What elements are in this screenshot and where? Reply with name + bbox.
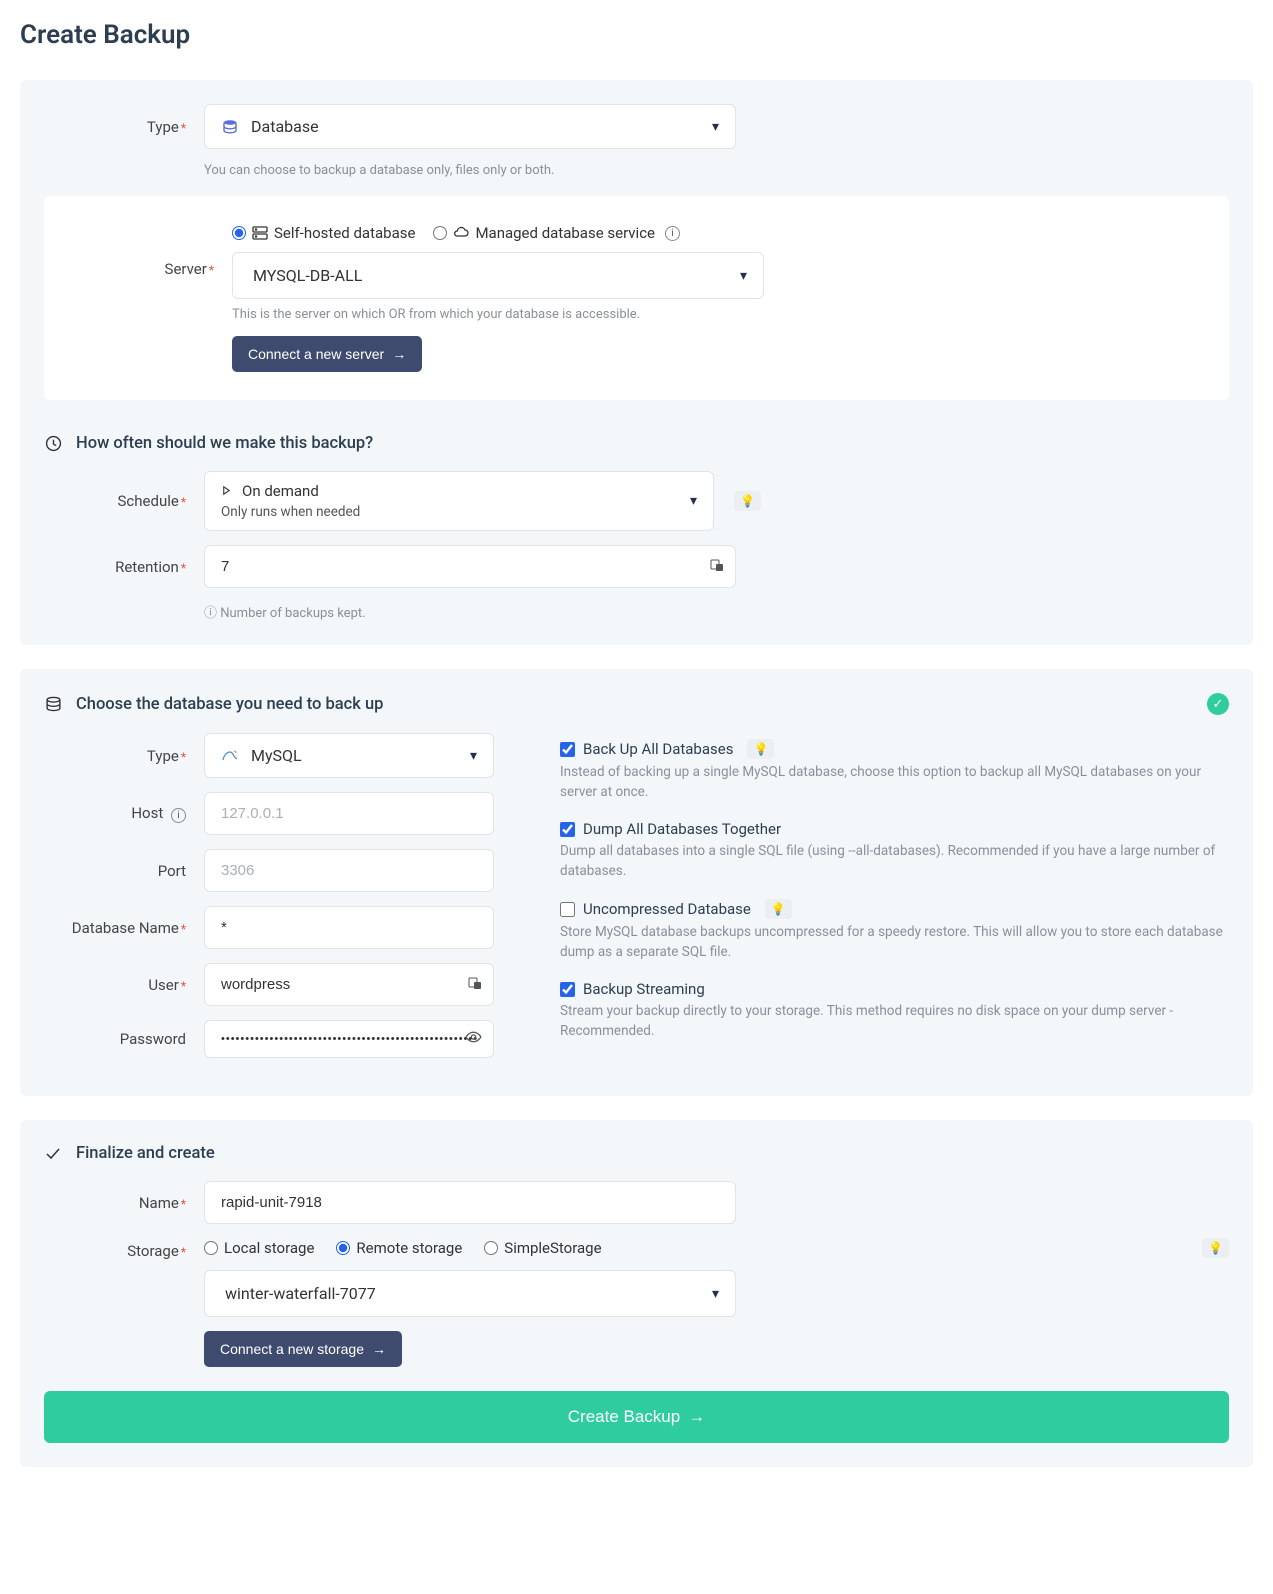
arrow-right-icon: → xyxy=(688,1407,705,1427)
password-input[interactable] xyxy=(204,1020,494,1058)
server-radio-group: Self-hosted database Managed database se… xyxy=(232,224,764,242)
storage-label: Storage* xyxy=(44,1242,204,1260)
desc-streaming: Stream your backup directly to your stor… xyxy=(560,1002,1229,1041)
retention-helper: Number of backups kept. xyxy=(204,602,1229,621)
check-icon xyxy=(44,1145,62,1163)
connect-storage-button[interactable]: Connect a new storage → xyxy=(204,1331,402,1367)
chevron-down-icon: ▾ xyxy=(712,119,719,135)
hint-icon[interactable]: 💡 xyxy=(734,491,761,511)
hint-icon[interactable]: 💡 xyxy=(765,899,792,919)
desc-dump-all: Dump all databases into a single SQL fil… xyxy=(560,842,1229,881)
desc-uncompressed: Store MySQL database backups uncompresse… xyxy=(560,923,1229,962)
finalize-card: Finalize and create Name* Storage* Local… xyxy=(20,1120,1253,1467)
retention-label: Retention* xyxy=(44,558,204,576)
dbname-label: Database Name* xyxy=(44,919,204,937)
eye-icon[interactable] xyxy=(465,1029,482,1050)
form-icon xyxy=(468,976,482,994)
checkbox-all-db[interactable] xyxy=(560,742,575,757)
frequency-header: How often should we make this backup? xyxy=(44,434,1229,453)
database-icon xyxy=(221,118,239,136)
chevron-down-icon: ▾ xyxy=(712,1286,719,1302)
create-backup-button[interactable]: Create Backup → xyxy=(44,1391,1229,1443)
cloud-icon xyxy=(453,225,469,241)
type-label: Type* xyxy=(44,118,204,136)
port-input[interactable] xyxy=(204,849,494,892)
host-input[interactable] xyxy=(204,792,494,835)
clock-icon xyxy=(44,435,62,453)
radio-remote-storage[interactable]: Remote storage xyxy=(336,1239,462,1257)
connect-server-button[interactable]: Connect a new server → xyxy=(232,336,422,372)
schedule-label: Schedule* xyxy=(44,492,204,510)
db-type-select[interactable]: MySQL ▾ xyxy=(204,733,494,778)
type-helper: You can choose to backup a database only… xyxy=(204,163,1229,178)
radio-managed[interactable]: Managed database service i xyxy=(433,224,680,242)
checkbox-streaming[interactable] xyxy=(560,982,575,997)
arrow-right-icon: → xyxy=(392,346,406,362)
chevron-down-icon: ▾ xyxy=(470,748,477,764)
server-label: Server* xyxy=(72,260,232,278)
page-title: Create Backup xyxy=(20,20,1253,50)
finalize-header: Finalize and create xyxy=(44,1144,1229,1163)
info-icon[interactable]: i xyxy=(665,226,680,241)
user-input[interactable] xyxy=(204,963,494,1006)
info-icon[interactable]: i xyxy=(171,808,186,823)
label-all-db: Back Up All Databases xyxy=(583,740,733,758)
storage-select[interactable]: winter-waterfall-7077 ▾ xyxy=(204,1270,736,1317)
server-inner-card: Server* Self-hosted database xyxy=(44,196,1229,400)
label-uncompressed: Uncompressed Database xyxy=(583,900,751,918)
hint-icon[interactable]: 💡 xyxy=(1202,1238,1229,1258)
chevron-down-icon: ▾ xyxy=(740,268,747,284)
server-select[interactable]: MYSQL-DB-ALL ▾ xyxy=(232,252,764,299)
arrow-right-icon: → xyxy=(372,1341,386,1357)
desc-all-db: Instead of backing up a single MySQL dat… xyxy=(560,763,1229,802)
server-icon xyxy=(252,225,268,241)
server-value: MYSQL-DB-ALL xyxy=(253,266,362,285)
radio-simple-storage[interactable]: SimpleStorage xyxy=(484,1239,601,1257)
database-header: Choose the database you need to back up … xyxy=(44,693,1229,715)
checkbox-dump-all[interactable] xyxy=(560,822,575,837)
type-server-card: Type* Database ▾ You can choose to backu… xyxy=(20,80,1253,645)
name-label: Name* xyxy=(44,1194,204,1212)
database-card: Choose the database you need to back up … xyxy=(20,669,1253,1096)
password-label: Password xyxy=(44,1030,204,1048)
database-icon xyxy=(44,695,62,713)
db-type-label: Type* xyxy=(44,747,204,765)
host-label: Host i xyxy=(44,804,204,823)
radio-local-storage[interactable]: Local storage xyxy=(204,1239,314,1257)
type-select[interactable]: Database ▾ xyxy=(204,104,736,149)
type-value: Database xyxy=(251,117,319,136)
schedule-select[interactable]: On demand Only runs when needed ▾ xyxy=(204,471,714,531)
radio-self-hosted[interactable]: Self-hosted database xyxy=(232,224,415,242)
hint-icon[interactable]: 💡 xyxy=(747,739,774,759)
check-badge-icon: ✓ xyxy=(1207,693,1229,715)
label-streaming: Backup Streaming xyxy=(583,980,705,998)
name-input[interactable] xyxy=(204,1181,736,1224)
port-label: Port xyxy=(44,862,204,880)
play-icon xyxy=(221,482,232,500)
server-helper: This is the server on which OR from whic… xyxy=(232,307,764,322)
retention-input[interactable] xyxy=(204,545,736,588)
label-dump-all: Dump All Databases Together xyxy=(583,820,781,838)
dbname-input[interactable] xyxy=(204,906,494,949)
checkbox-uncompressed[interactable] xyxy=(560,902,575,917)
chevron-down-icon: ▾ xyxy=(690,493,697,509)
user-label: User* xyxy=(44,976,204,994)
form-icon xyxy=(710,558,724,576)
mysql-icon xyxy=(221,747,239,765)
